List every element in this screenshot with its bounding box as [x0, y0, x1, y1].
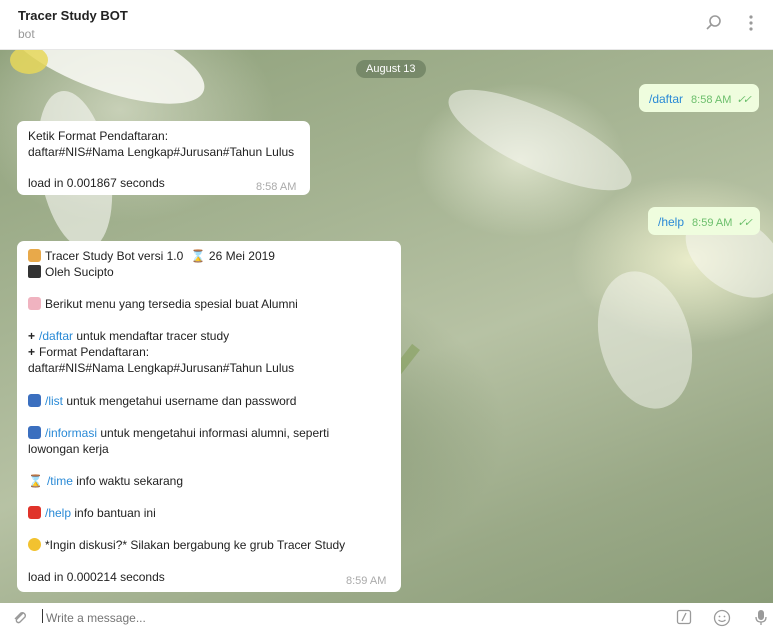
message-line: /informasi untuk mengetahui informasi al… [28, 426, 329, 440]
chat-subtitle: bot [18, 27, 35, 41]
message-input[interactable] [44, 610, 608, 626]
list-command-link[interactable]: /list [45, 394, 63, 408]
search-icon[interactable] [705, 14, 723, 35]
id-button-icon [28, 426, 41, 439]
sunglasses-face-icon [28, 538, 41, 551]
message-time: 8:58 AM [691, 94, 732, 106]
technologist-emoji-icon [28, 249, 41, 262]
hourglass-icon: ⌛ [28, 474, 43, 488]
help-command-link[interactable]: /help [45, 506, 71, 520]
message-time: 8:58 AM [256, 181, 297, 193]
message-line: +/daftar untuk mendaftar tracer study [28, 329, 230, 343]
more-vertical-icon[interactable] [748, 14, 754, 35]
graduation-cap-icon [28, 265, 41, 278]
background-petal [583, 260, 707, 420]
double-check-icon: ✓✓ [737, 217, 753, 229]
love-letter-icon [28, 297, 41, 310]
background-petal [436, 70, 644, 210]
message-line: lowongan kerja [28, 442, 109, 456]
daftar-command-link[interactable]: /daftar [39, 329, 73, 343]
slash-commands-icon[interactable] [676, 609, 692, 628]
smiley-icon[interactable] [713, 609, 731, 630]
message-composer [0, 603, 773, 628]
outgoing-message[interactable]: /daftar 8:58 AM ✓✓ [639, 84, 759, 112]
date-divider: August 13 [356, 60, 426, 78]
message-text[interactable]: /help [658, 215, 684, 229]
incoming-message[interactable]: Ketik Format Pendaftaran: daftar#NIS#Nam… [17, 121, 310, 195]
message-line: load in 0.001867 seconds [28, 176, 165, 190]
chat-title[interactable]: Tracer Study BOT [18, 8, 128, 23]
informasi-command-link[interactable]: /informasi [45, 426, 97, 440]
message-line: Berikut menu yang tersedia spesial buat … [28, 297, 298, 311]
message-line: ⌛/time info waktu sekarang [28, 474, 184, 488]
incoming-message[interactable]: Tracer Study Bot versi 1.0 ⌛ 26 Mei 2019… [17, 241, 401, 592]
plus-icon: + [28, 329, 36, 343]
message-line: daftar#NIS#Nama Lengkap#Jurusan#Tahun Lu… [28, 145, 295, 159]
chat-history[interactable]: August 13 /daftar 8:58 AM ✓✓ Ketik Format … [0, 50, 773, 603]
message-line: load in 0.000214 seconds [28, 570, 165, 584]
message-line: Tracer Study Bot versi 1.0 ⌛ 26 Mei 2019 [28, 249, 275, 263]
chat-header: Tracer Study BOT bot [0, 0, 773, 50]
message-line: /list untuk mengetahui username dan pass… [28, 394, 296, 408]
message-time: 8:59 AM [346, 575, 387, 587]
message-line: Ketik Format Pendaftaran: [28, 129, 169, 143]
paperclip-icon[interactable] [12, 609, 28, 628]
sos-icon [28, 506, 41, 519]
message-line: /help info bantuan ini [28, 506, 156, 520]
message-line: + Format Pendaftaran: [28, 345, 150, 359]
message-text[interactable]: /daftar [649, 92, 683, 106]
microphone-icon[interactable] [754, 609, 768, 630]
time-command-link[interactable]: /time [47, 474, 73, 488]
id-button-icon [28, 394, 41, 407]
message-line: *Ingin diskusi?* Silakan bergabung ke gr… [28, 538, 345, 552]
hourglass-icon: ⌛ [190, 249, 206, 263]
plus-icon: + [28, 345, 36, 359]
message-line: Oleh Sucipto [28, 265, 114, 279]
background-flower-center [10, 50, 48, 74]
message-line: daftar#NIS#Nama Lengkap#Jurusan#Tahun Lu… [28, 361, 295, 375]
message-time: 8:59 AM [692, 217, 733, 229]
outgoing-message[interactable]: /help 8:59 AM ✓✓ [648, 207, 760, 235]
double-check-icon: ✓✓ [736, 94, 752, 106]
text-caret [42, 609, 43, 623]
